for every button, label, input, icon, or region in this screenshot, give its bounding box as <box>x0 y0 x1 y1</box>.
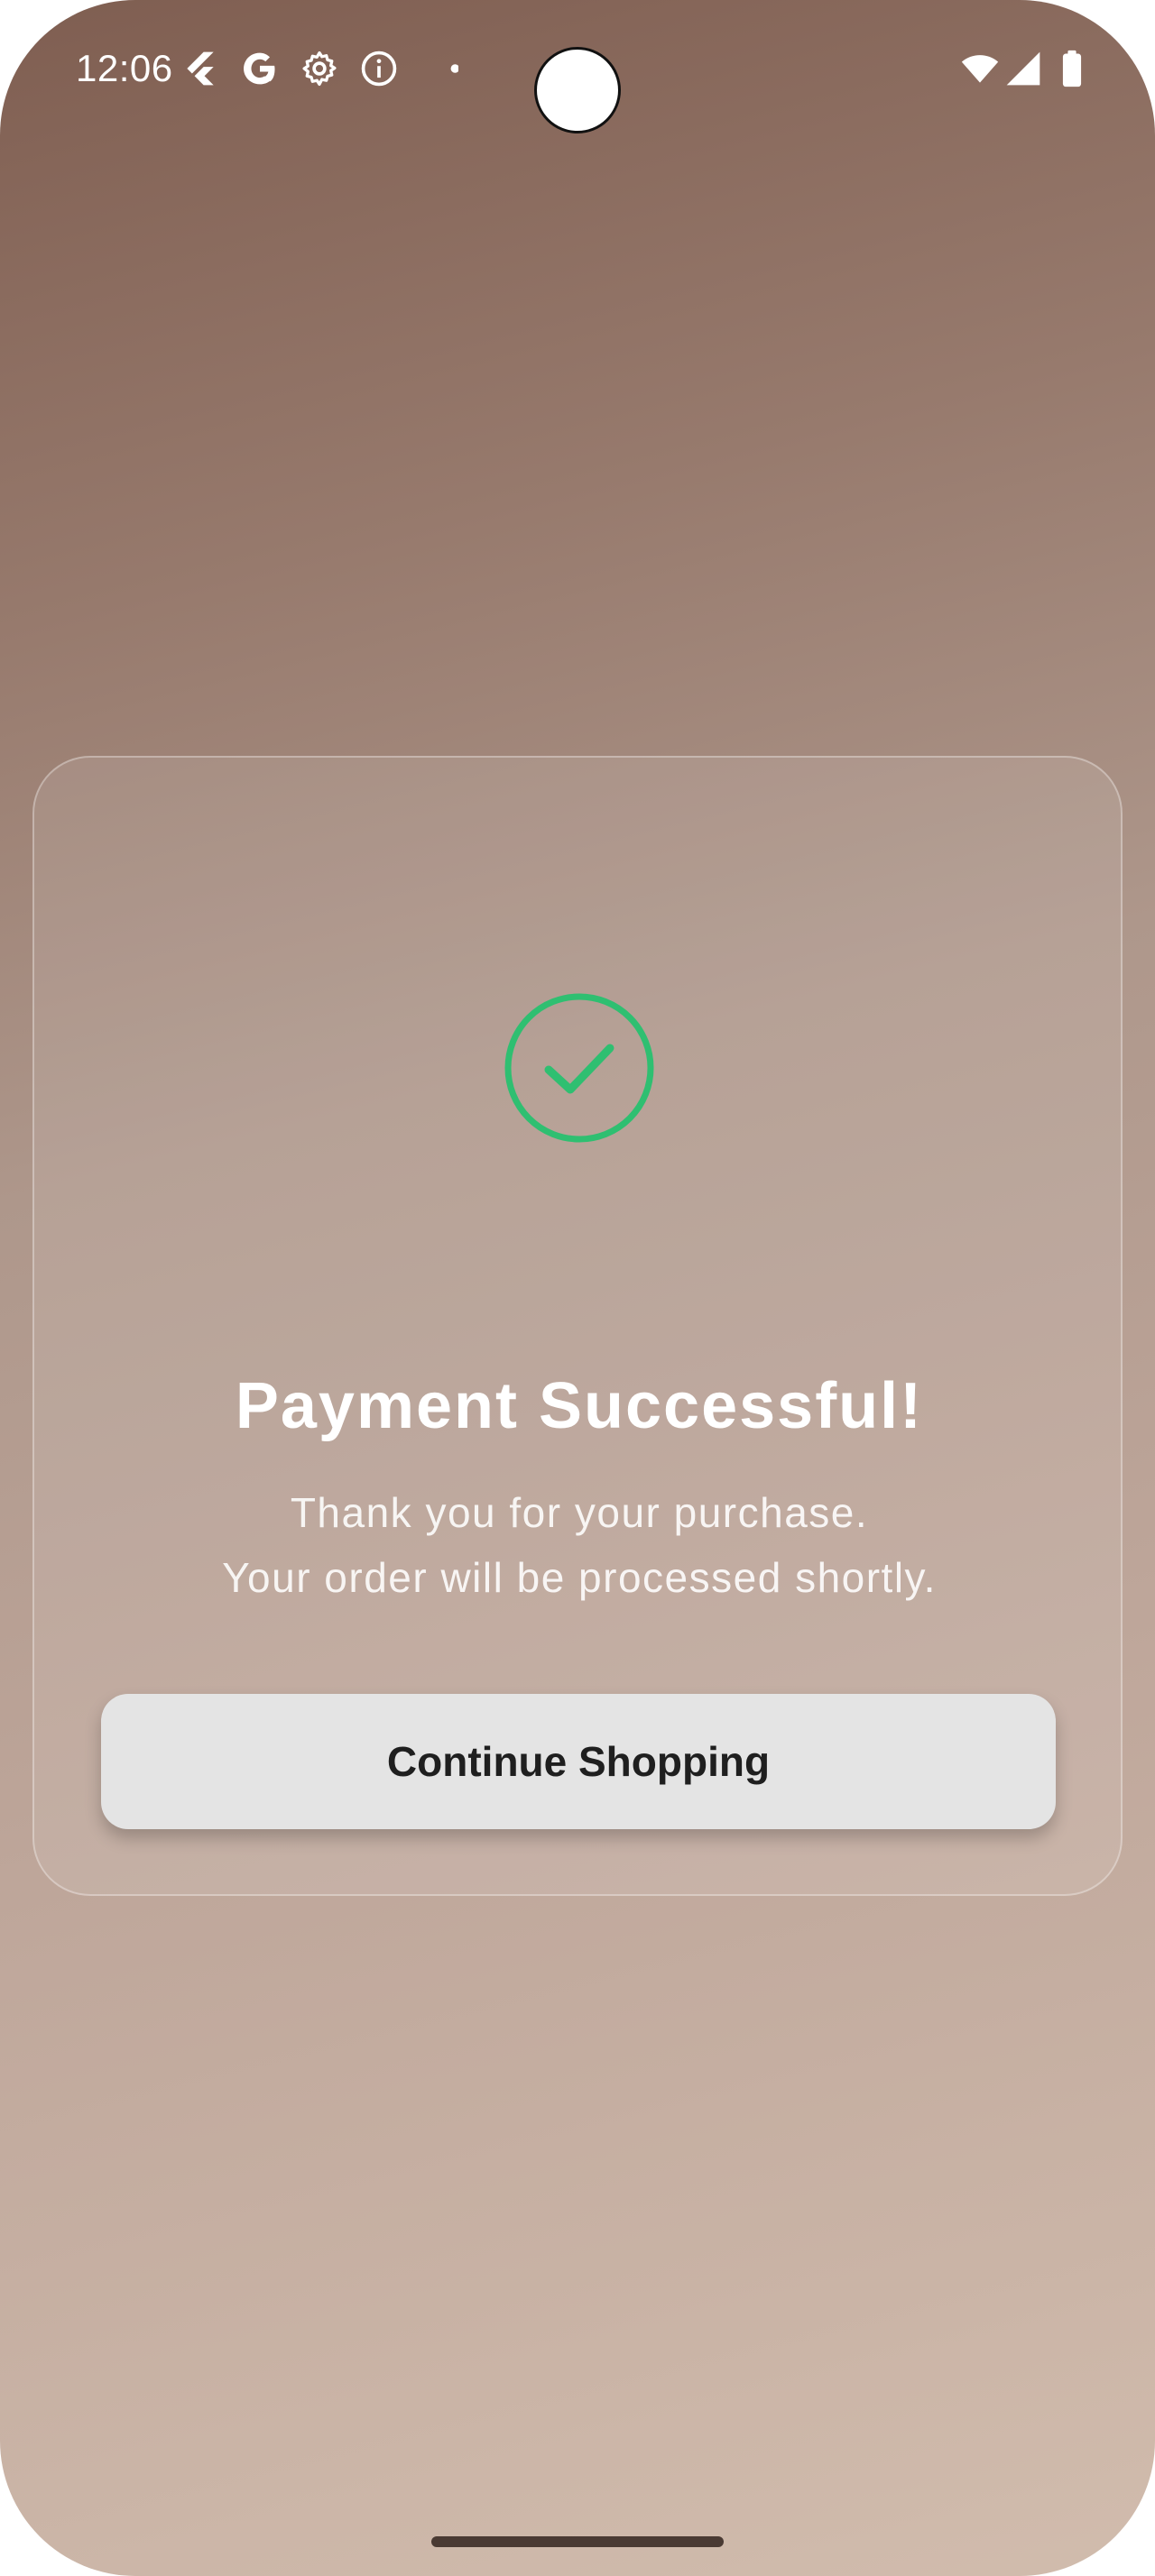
phone-screen: 12:06 Payment Successful! Thank you for … <box>0 0 1155 2576</box>
wifi-icon <box>961 55 999 83</box>
success-title: Payment Successful! <box>235 1370 924 1442</box>
home-indicator[interactable] <box>431 2536 724 2547</box>
check-circle-icon <box>504 993 654 1143</box>
status-time: 12:06 <box>76 47 173 89</box>
success-message-line1: Thank you for your purchase. <box>290 1489 869 1536</box>
settings-gear-icon <box>302 51 337 87</box>
google-icon <box>244 52 275 85</box>
payment-success-card: Payment Successful! Thank you for your p… <box>32 756 1123 1896</box>
camera-cutout <box>534 47 621 133</box>
battery-icon <box>1062 50 1082 87</box>
status-bar: 12:06 <box>0 0 1155 144</box>
cellular-signal-icon <box>1006 51 1040 86</box>
continue-shopping-button[interactable]: Continue Shopping <box>101 1694 1056 1829</box>
notification-dot-icon <box>450 64 458 73</box>
info-icon <box>361 51 397 87</box>
success-message-line2: Your order will be processed shortly. <box>222 1554 937 1601</box>
flutter-icon <box>187 51 214 86</box>
